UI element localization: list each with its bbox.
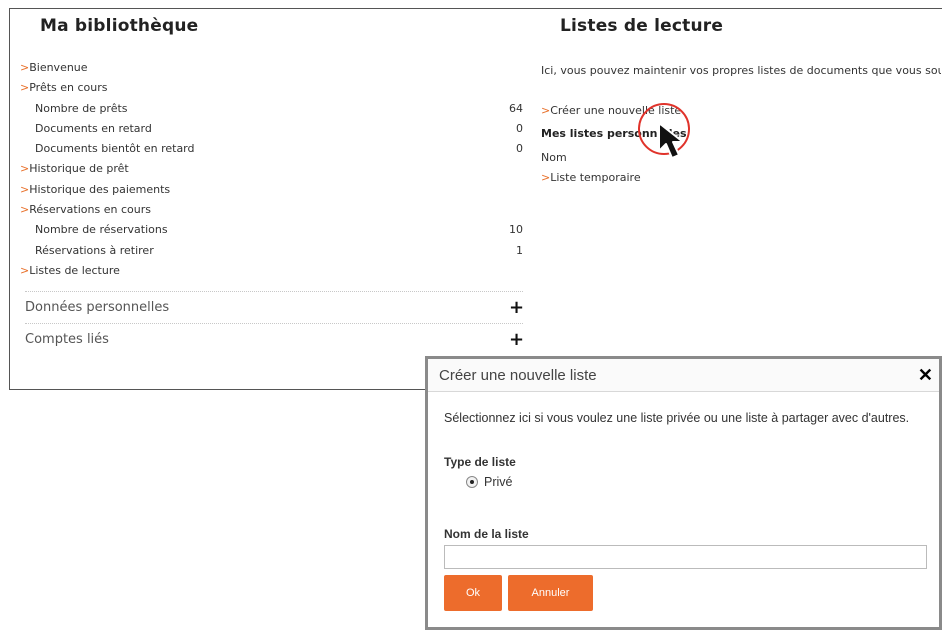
nav-item-prets-en-cours[interactable]: >Prêts en cours: [20, 78, 523, 98]
temporary-list-link[interactable]: >Liste temporaire: [541, 171, 941, 184]
library-title: Ma bibliothèque: [40, 16, 199, 36]
temporary-list-label: Liste temporaire: [550, 171, 641, 184]
chevron-right-icon: >: [20, 182, 30, 196]
accordion-label: Comptes liés: [25, 332, 109, 347]
nav-item-historique-paiements[interactable]: >Historique des paiements: [20, 180, 523, 200]
chevron-right-icon: >: [20, 61, 30, 74]
plus-icon[interactable]: +: [509, 298, 524, 317]
nav-item-historique-pret[interactable]: >Historique de prêt: [20, 159, 523, 179]
stat-row-bientot-retard: Documents bientôt en retard 0: [20, 139, 523, 159]
nav-label: Bienvenue: [29, 61, 88, 74]
list-type-label: Type de liste: [444, 455, 516, 469]
stat-label: Documents en retard: [35, 121, 152, 135]
stat-label: Nombre de réservations: [35, 223, 168, 237]
reading-lists-title: Listes de lecture: [560, 16, 724, 36]
stat-value: 0: [516, 142, 523, 156]
nav-item-reservations[interactable]: >Réservations en cours: [20, 200, 523, 220]
stat-row-documents-retard: Documents en retard 0: [20, 119, 523, 139]
stat-label: Réservations à retirer: [35, 243, 154, 257]
create-list-link[interactable]: >Créer une nouvelle liste: [541, 104, 941, 117]
nav-label: Prêts en cours: [29, 81, 108, 95]
nav-label: Listes de lecture: [29, 263, 120, 277]
stat-row-nombre-prets: Nombre de prêts 64: [20, 99, 523, 119]
stat-value: 0: [516, 121, 523, 135]
ok-button[interactable]: Ok: [444, 575, 502, 611]
mouse-pointer-icon: [658, 122, 684, 159]
chevron-right-icon: >: [20, 263, 30, 277]
nav-label: Historique de prêt: [29, 162, 129, 176]
list-name-input[interactable]: [444, 545, 927, 569]
radio-button[interactable]: [466, 476, 478, 488]
close-icon[interactable]: ✕: [918, 366, 933, 384]
column-header-name: Nom: [541, 151, 567, 164]
chevron-right-icon: >: [541, 171, 551, 184]
stat-row-nombre-reservations: Nombre de réservations 10: [20, 220, 523, 240]
reading-lists-intro: Ici, vous pouvez maintenir vos propres l…: [541, 64, 941, 77]
nav-item-bienvenue[interactable]: >Bienvenue: [20, 58, 523, 78]
library-nav: >Bienvenue >Prêts en cours Nombre de prê…: [20, 58, 523, 281]
radio-option-prive[interactable]: Privé: [466, 475, 512, 489]
chevron-right-icon: >: [541, 104, 551, 117]
plus-icon[interactable]: +: [509, 330, 524, 349]
nav-label: Historique des paiements: [29, 182, 171, 196]
accordion-donnees-personnelles[interactable]: Données personnelles +: [25, 291, 524, 323]
cancel-button[interactable]: Annuler: [508, 575, 593, 611]
reading-lists-pane: Ici, vous pouvez maintenir vos propres l…: [541, 58, 941, 184]
dialog-header: Créer une nouvelle liste ✕: [428, 359, 939, 392]
radio-label: Privé: [484, 475, 513, 489]
stat-label: Nombre de prêts: [35, 101, 128, 115]
nav-label: Réservations en cours: [29, 203, 151, 217]
stat-value: 64: [509, 101, 523, 115]
accordion-comptes-lies[interactable]: Comptes liés +: [25, 323, 524, 355]
personal-lists-heading: Mes listes personnelles: [541, 127, 687, 140]
dialog-title: Créer une nouvelle liste: [439, 366, 597, 384]
create-list-dialog: Créer une nouvelle liste ✕ Sélectionnez …: [425, 356, 942, 630]
accordion-label: Données personnelles: [25, 300, 170, 315]
stat-value: 10: [509, 223, 523, 237]
nav-item-listes-lecture[interactable]: >Listes de lecture: [20, 261, 523, 281]
dialog-description: Sélectionnez ici si vous voulez une list…: [444, 411, 910, 425]
stat-value: 1: [516, 243, 523, 257]
chevron-right-icon: >: [20, 203, 30, 217]
stat-label: Documents bientôt en retard: [35, 142, 195, 156]
list-name-label: Nom de la liste: [444, 527, 529, 541]
chevron-right-icon: >: [20, 81, 30, 95]
chevron-right-icon: >: [20, 162, 30, 176]
stat-row-reservations-retirer: Réservations à retirer 1: [20, 241, 523, 261]
library-accordion: Données personnelles + Comptes liés +: [25, 291, 524, 355]
